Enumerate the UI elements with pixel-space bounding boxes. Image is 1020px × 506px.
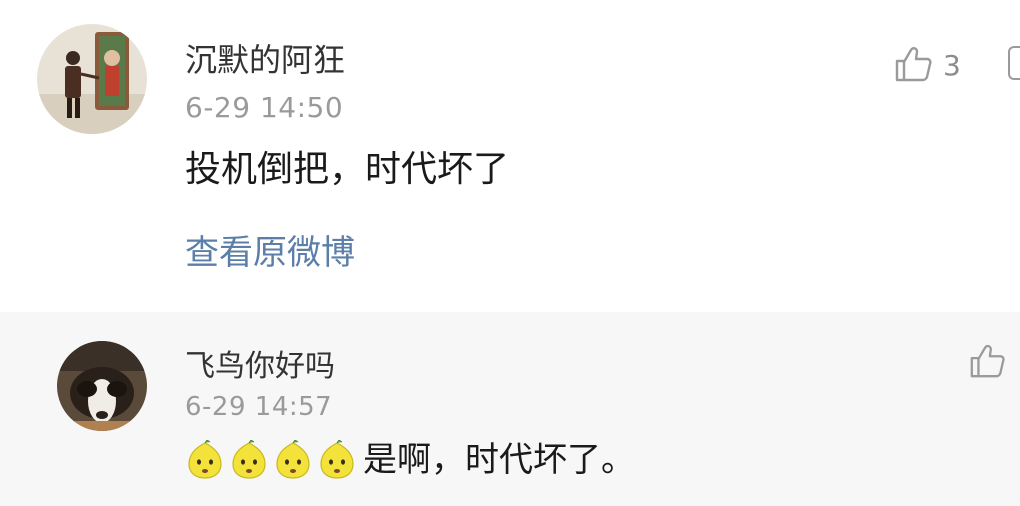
lemon-face-emoji xyxy=(229,439,269,480)
comment-item: 飞鸟你好吗 6-29 14:57 是啊，时代坏了。 xyxy=(0,312,1020,506)
lemon-face-emoji xyxy=(317,439,357,480)
comment-text: 是啊，时代坏了。 xyxy=(185,439,635,480)
reply-icon[interactable] xyxy=(1008,46,1020,80)
comment-list: 沉默的阿狂 6-29 14:50 投机倒把，时代坏了 查看原微博 3 飞鸟你好吗… xyxy=(0,0,1020,506)
emoji-group xyxy=(185,439,361,480)
avatar[interactable] xyxy=(37,24,147,134)
username[interactable]: 沉默的阿狂 xyxy=(185,44,345,76)
thumbs-up-icon xyxy=(968,342,1006,384)
lemon-face-emoji xyxy=(185,439,225,480)
timestamp: 6-29 14:57 xyxy=(185,392,333,422)
timestamp: 6-29 14:50 xyxy=(185,91,344,124)
like-button[interactable]: 3 xyxy=(893,44,961,88)
comment-item: 沉默的阿狂 6-29 14:50 投机倒把，时代坏了 查看原微博 3 xyxy=(0,0,1020,312)
like-count: 3 xyxy=(943,49,961,82)
avatar[interactable] xyxy=(57,341,147,431)
view-original-link[interactable]: 查看原微博 xyxy=(185,236,355,270)
thumbs-up-icon xyxy=(893,44,933,88)
comment-text-content: 是啊，时代坏了。 xyxy=(363,440,635,480)
username[interactable]: 飞鸟你好吗 xyxy=(185,352,335,382)
lemon-face-emoji xyxy=(273,439,313,480)
like-button[interactable] xyxy=(968,342,1006,384)
comment-text: 投机倒把，时代坏了 xyxy=(185,149,510,190)
